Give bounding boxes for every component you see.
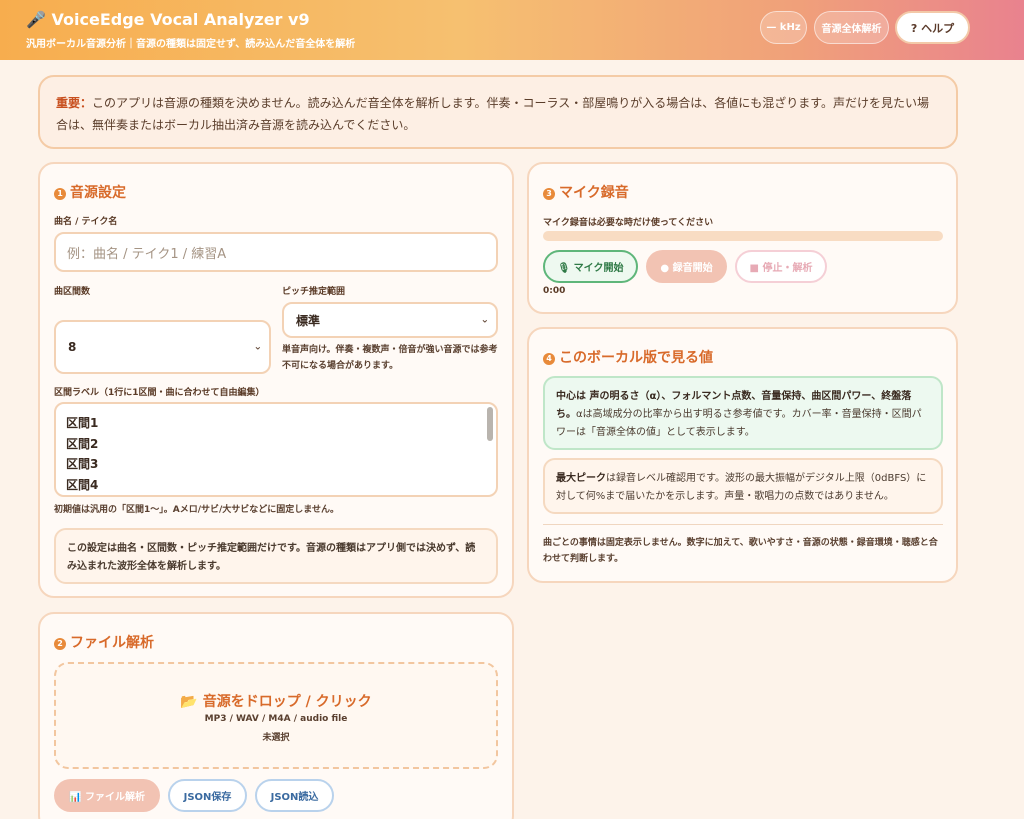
section-labels-label: 区間ラベル（1行に1区間・曲に合わせて自由編集） bbox=[54, 388, 265, 398]
json-save-button[interactable]: JSON保存 bbox=[168, 779, 247, 812]
json-load-button[interactable]: JSON読込 bbox=[255, 779, 334, 812]
app-title: 🎤 VoiceEdge Vocal Analyzer v9 bbox=[26, 10, 310, 29]
pitch-range-label: ピッチ推定範囲 bbox=[282, 287, 346, 297]
section-label-line: 区間4 bbox=[66, 478, 99, 492]
song-name-label: 曲名 / テイク名 bbox=[54, 217, 118, 227]
section-label-line: 区間3 bbox=[66, 457, 99, 471]
dropzone-formats: MP3 / WAV / M4A / audio file bbox=[204, 714, 348, 724]
file-analysis-title: 2 ファイル解析 bbox=[54, 632, 154, 652]
textarea-scrollbar[interactable] bbox=[487, 407, 493, 441]
max-peak-strong: 最大ピーク bbox=[556, 473, 606, 484]
mic-start-button[interactable]: 🎙 マイク開始 bbox=[543, 250, 638, 283]
chevron-down-icon: ⌄ bbox=[480, 314, 489, 326]
vocal-values-title-text: このボーカル版で見る値 bbox=[559, 350, 713, 366]
recording-timer: 0:00 bbox=[543, 286, 566, 296]
mic-recording-title: 3 マイク録音 bbox=[543, 182, 629, 202]
section-label-line: 区間1 bbox=[66, 416, 99, 430]
notice-strong: 重要： bbox=[56, 96, 93, 110]
file-dropzone[interactable]: 📂 音源をドロップ / クリック MP3 / WAV / M4A / audio… bbox=[54, 662, 498, 769]
mic-recording-card: 3 マイク録音 マイク録音は必要な時だけ使ってください 🎙 マイク開始 ● 録音開… bbox=[527, 162, 958, 314]
dropzone-title: 📂 音源をドロップ / クリック bbox=[180, 694, 372, 710]
mic-level-bar bbox=[543, 231, 943, 241]
step-number-1: 1 bbox=[54, 188, 66, 200]
stop-analyze-button[interactable]: ■ 停止・解析 bbox=[735, 250, 827, 283]
section-label-line: 区間2 bbox=[66, 437, 99, 451]
khz-badge: — kHz bbox=[760, 11, 807, 44]
sections-label: 曲区間数 bbox=[54, 287, 91, 297]
core-values-text: αは高域成分の比率から出す明るさ参考値です。カバー率・音量保持・区間パワーは「音… bbox=[556, 409, 922, 438]
notice-text: このアプリは音源の種類を決めません。読み込んだ音全体を解析します。伴奏・コーラス… bbox=[56, 96, 930, 132]
help-button[interactable]: ? ヘルプ bbox=[895, 11, 970, 44]
file-analyze-button[interactable]: 📊 ファイル解析 bbox=[54, 779, 160, 812]
max-peak-info: 最大ピークは録音レベル確認用です。波形の最大振幅がデジタル上限（0dBFS）に対… bbox=[543, 458, 943, 514]
mic-recording-title-text: マイク録音 bbox=[559, 185, 629, 201]
settings-card: 1 音源設定 曲名 / テイク名 例：曲名 / テイク1 / 練習A 曲区間数 8… bbox=[38, 162, 514, 598]
step-number-4: 4 bbox=[543, 353, 555, 365]
file-analysis-card: 2 ファイル解析 📂 音源をドロップ / クリック MP3 / WAV / M4A… bbox=[38, 612, 514, 819]
dropzone-status: 未選択 bbox=[262, 733, 290, 743]
pitch-range-select[interactable]: 標準 ⌄ bbox=[282, 302, 498, 338]
app-subtitle: 汎用ボーカル音源分析｜音源の種類は固定せず、読み込んだ音全体を解析 bbox=[26, 39, 356, 50]
section-labels-help: 初期値は汎用の「区間1〜」。Aメロ/サビ/大サビなどに固定しません。 bbox=[54, 505, 340, 515]
sections-value: 8 bbox=[68, 340, 77, 354]
settings-title-text: 音源設定 bbox=[70, 185, 126, 201]
mic-hint: マイク録音は必要な時だけ使ってください bbox=[543, 218, 714, 228]
settings-title: 1 音源設定 bbox=[54, 182, 126, 202]
step-number-3: 3 bbox=[543, 188, 555, 200]
whole-analysis-badge: 音源全体解析 bbox=[814, 11, 889, 44]
app-header: 🎤 VoiceEdge Vocal Analyzer v9 汎用ボーカル音源分析… bbox=[0, 0, 1024, 60]
core-values-info: 中心は 声の明るさ（α）、フォルマント点数、音量保持、曲区間パワー、終盤落ち。α… bbox=[543, 376, 943, 450]
file-analysis-title-text: ファイル解析 bbox=[70, 635, 154, 651]
values-footer-note: 曲ごとの事情は固定表示しません。数字に加えて、歌いやすさ・音源の状態・録音環境・… bbox=[543, 538, 938, 564]
step-number-2: 2 bbox=[54, 638, 66, 650]
settings-info-box: この設定は曲名・区間数・ピッチ推定範囲だけです。音源の種類はアプリ側では決めず、… bbox=[54, 528, 498, 584]
song-name-input[interactable]: 例：曲名 / テイク1 / 練習A bbox=[54, 232, 498, 272]
max-peak-text: は録音レベル確認用です。波形の最大振幅がデジタル上限（0dBFS）に対して何%ま… bbox=[556, 473, 927, 502]
vocal-values-card: 4 このボーカル版で見る値 中心は 声の明るさ（α）、フォルマント点数、音量保持、… bbox=[527, 327, 958, 583]
important-notice: 重要：このアプリは音源の種類を決めません。読み込んだ音全体を解析します。伴奏・コ… bbox=[38, 75, 958, 149]
pitch-range-help: 単音声向け。伴奏・複数声・倍音が強い音源では参考不可になる場合があります。 bbox=[282, 345, 498, 371]
divider bbox=[543, 524, 943, 525]
record-start-button[interactable]: ● 録音開始 bbox=[646, 250, 727, 283]
section-labels-textarea[interactable]: 区間1 区間2 区間3 区間4 bbox=[54, 402, 498, 497]
vocal-values-title: 4 このボーカル版で見る値 bbox=[543, 347, 713, 367]
chevron-down-icon: ⌄ bbox=[253, 341, 262, 353]
sections-select[interactable]: 8 ⌄ bbox=[54, 320, 271, 374]
pitch-range-value: 標準 bbox=[296, 313, 321, 328]
